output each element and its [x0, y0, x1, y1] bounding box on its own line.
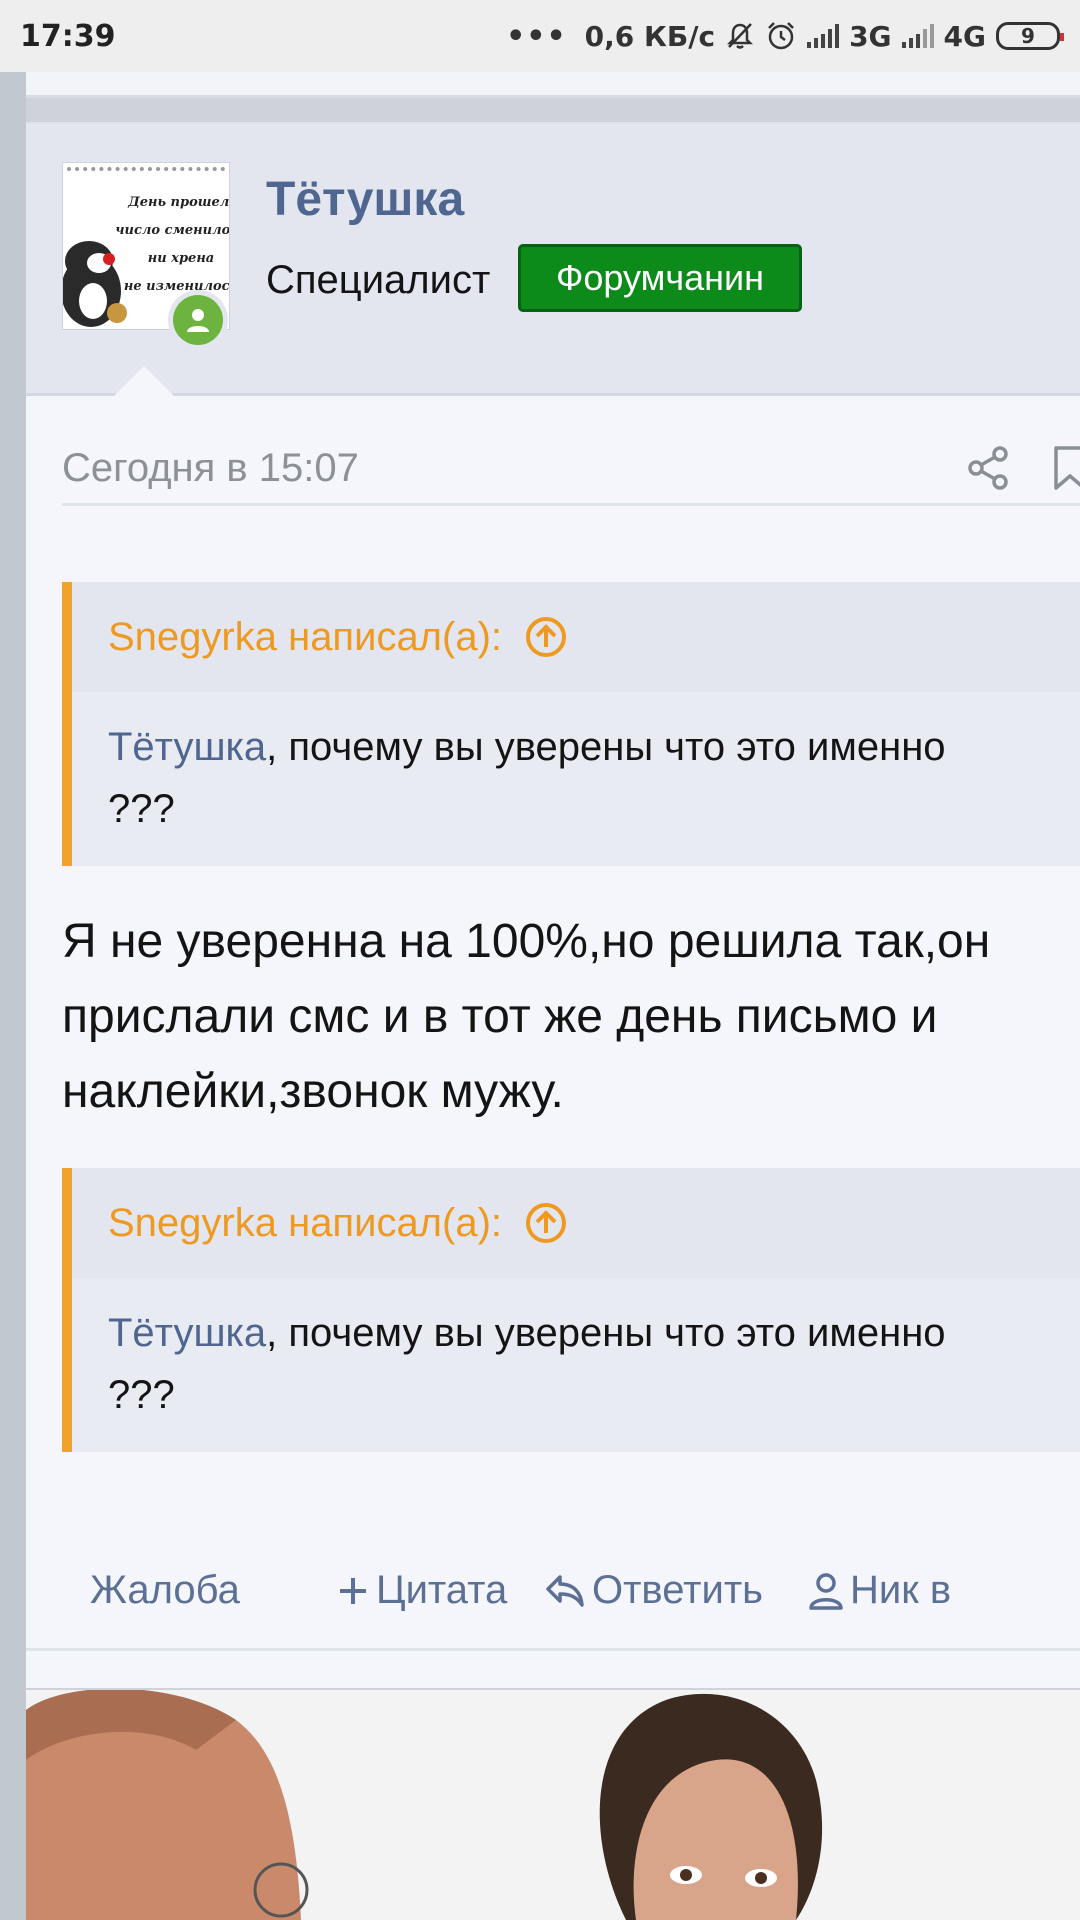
- quote-author-line: Snegyrka написал(а):: [108, 1200, 503, 1245]
- people-photo-image: [26, 1690, 1080, 1920]
- quote-header[interactable]: Snegyrka написал(а):: [72, 582, 1080, 692]
- quote-header[interactable]: Snegyrka написал(а):: [72, 1168, 1080, 1278]
- quote-mention-link[interactable]: Тётушка: [108, 1311, 266, 1355]
- bookmark-icon[interactable]: [1050, 444, 1080, 492]
- battery-level: 9: [1021, 24, 1035, 48]
- status-indicators: ••• 0,6 КБ/с 3G 4G 9: [506, 18, 1064, 54]
- arrow-up-circle-icon[interactable]: [524, 1201, 568, 1245]
- user-rank-badge: Форумчанин: [518, 244, 802, 312]
- reply-arrow-icon: [546, 1574, 584, 1607]
- status-bar: 17:39 ••• 0,6 КБ/с 3G 4G 9: [0, 0, 1080, 72]
- advertisement-image[interactable]: [26, 1690, 1080, 1920]
- status-time: 17:39: [20, 18, 116, 54]
- sim2-network-type: 4G: [943, 19, 986, 53]
- online-status-badge: [168, 290, 228, 350]
- arrow-up-circle-icon[interactable]: [524, 615, 568, 659]
- alarm-icon: [765, 20, 797, 52]
- quote-body: Тётушка, почему вы уверены что это именн…: [72, 692, 1080, 866]
- post-body-line: прислали смс и в тот же день письмо и: [62, 990, 938, 1043]
- mention-button[interactable]: Ник в: [808, 1568, 951, 1613]
- signal-icon: [901, 24, 934, 48]
- avatar-caption: День прошел, число сменилось ни хрена не…: [111, 189, 230, 301]
- post-body-line: Я не уверенна на 100%,но решила так,он: [62, 915, 991, 968]
- sim1-network-type: 3G: [849, 19, 892, 53]
- reply-label: Ответить: [592, 1568, 763, 1612]
- quote-label: Цитата: [376, 1568, 508, 1612]
- quote-text: , почему вы уверены что это именно: [266, 725, 946, 769]
- notifications-muted-icon: [725, 21, 755, 51]
- post-author-header: День прошел, число сменилось ни хрена не…: [26, 124, 1080, 398]
- quote-button[interactable]: Цитата: [336, 1568, 507, 1613]
- quote-text-continued: ???: [108, 1373, 175, 1417]
- quote-text: , почему вы уверены что это именно: [266, 1311, 946, 1355]
- left-rail: [0, 72, 26, 1920]
- user-icon: [809, 1572, 843, 1610]
- reply-button[interactable]: Ответить: [544, 1568, 763, 1613]
- report-button[interactable]: Жалоба: [90, 1568, 240, 1613]
- quote-mention-link[interactable]: Тётушка: [108, 725, 266, 769]
- post-body-line: наклейки,звонок мужу.: [62, 1065, 564, 1118]
- plus-icon: [340, 1577, 366, 1604]
- post-body: Я не уверенна на 100%,но решила так,он п…: [62, 904, 1072, 1129]
- quote-body: Тётушка, почему вы уверены что это именн…: [72, 1278, 1080, 1452]
- post-author-name[interactable]: Тётушка: [266, 172, 464, 227]
- post-meta-row: Сегодня в 15:07: [62, 416, 1080, 506]
- more-dots-icon: •••: [506, 18, 567, 54]
- quote-block: Snegyrka написал(а): Тётушка, почему вы …: [62, 582, 1080, 866]
- network-speed: 0,6 КБ/с: [584, 19, 716, 53]
- signal-icon: [807, 24, 840, 48]
- avatar-caption-line: День прошел,: [128, 195, 230, 210]
- mention-label: Ник в: [850, 1568, 952, 1612]
- user-online-icon: [173, 295, 223, 345]
- avatar-binding-edge: [67, 167, 225, 173]
- quote-text-continued: ???: [108, 787, 175, 831]
- battery-icon: 9: [996, 22, 1064, 50]
- quote-author-line: Snegyrka написал(а):: [108, 614, 503, 659]
- previous-post-edge: [26, 72, 1080, 98]
- post-author-title: Специалист: [266, 258, 491, 302]
- avatar-caption-line: ни хрена: [147, 251, 215, 266]
- forum-post: День прошел, число сменилось ни хрена не…: [26, 122, 1080, 1648]
- report-label: Жалоба: [90, 1568, 240, 1612]
- quote-block: Snegyrka написал(а): Тётушка, почему вы …: [62, 1168, 1080, 1452]
- share-icon[interactable]: [966, 444, 1012, 492]
- post-actions: Жалоба Цитата Ответить Ник в: [62, 1542, 1080, 1642]
- post-date[interactable]: Сегодня в 15:07: [62, 446, 359, 491]
- header-pointer: [112, 366, 176, 398]
- avatar-caption-line: число сменилось: [115, 223, 230, 238]
- post-separator: [26, 1648, 1080, 1688]
